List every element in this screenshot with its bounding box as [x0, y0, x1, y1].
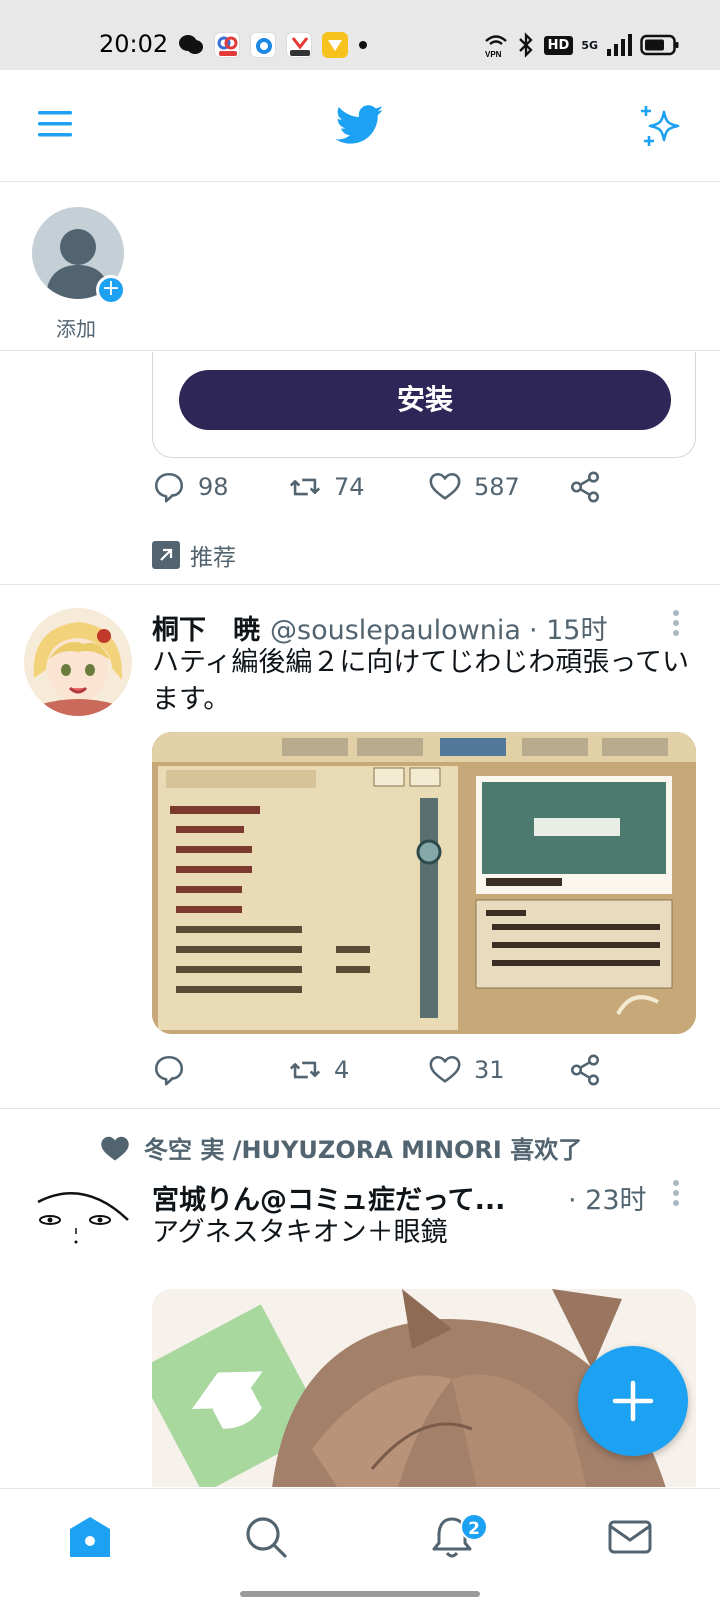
tweet-text: アグネスタキオン＋眼鏡: [152, 1217, 448, 1248]
like-count: 587: [474, 473, 520, 501]
heart-icon: [429, 472, 461, 500]
bottom-navigation: 2: [0, 1488, 720, 1600]
doodle-avatar-image: [24, 1168, 132, 1276]
share-icon: [570, 1054, 600, 1086]
tweet-time: · 15时: [528, 615, 608, 646]
twitter-logo-icon[interactable]: [336, 104, 384, 146]
tweet-header: 桐下 暁 @souslepaulownia · 15时: [152, 608, 607, 647]
status-notification-icons: [178, 32, 368, 58]
share-action[interactable]: [568, 470, 602, 504]
tweet-time: · 23时: [568, 1185, 647, 1216]
share-icon: [570, 471, 600, 503]
status-right-icons: VPN HD 5G: [484, 32, 680, 58]
author-name[interactable]: 桐下 暁: [152, 608, 260, 647]
heart-icon: [429, 1055, 461, 1083]
timeline-feed: 安装 98 74 587 推荐 桐下 暁 @souslepaulownia · …: [0, 352, 720, 1487]
like-count: 31: [474, 1056, 505, 1084]
network-type-label: 5G: [581, 38, 598, 52]
retweet-count: 4: [334, 1056, 350, 1084]
reply-icon: [154, 472, 184, 503]
tweet-author-avatar[interactable]: [24, 608, 132, 716]
author-name[interactable]: 宮城りん@コミュ症だって...: [152, 1178, 505, 1217]
plus-icon[interactable]: +: [96, 275, 126, 305]
home-icon[interactable]: [66, 1513, 114, 1561]
promoted-arrow-icon: [152, 541, 180, 569]
vpn-icon: VPN: [485, 35, 507, 58]
ad-action-bar: 98 74 587: [152, 470, 602, 504]
app-notification-icon: [214, 32, 240, 58]
divider: [0, 1108, 720, 1109]
app-notification-icon: [250, 32, 276, 58]
more-options-icon[interactable]: [672, 610, 680, 636]
svg-text:VPN: VPN: [485, 50, 502, 58]
status-time: 20:02: [99, 30, 169, 58]
fleets-row: + 添加: [0, 183, 720, 351]
messages-icon[interactable]: [606, 1513, 654, 1561]
signal-icon: [607, 34, 632, 56]
dot-icon: [359, 41, 367, 49]
battery-icon: [640, 34, 679, 56]
app-notification-icon: [322, 32, 348, 58]
app-notification-icon: [286, 32, 312, 58]
reply-action[interactable]: [152, 1053, 288, 1087]
wechat-icon: [179, 35, 203, 54]
search-icon[interactable]: [242, 1513, 290, 1561]
more-options-icon[interactable]: [672, 1180, 680, 1206]
retweet-action[interactable]: 74: [288, 470, 428, 504]
tweet-media-image[interactable]: [152, 732, 696, 1034]
retweet-icon: [289, 478, 321, 496]
author-handle[interactable]: @souslepaulownia: [270, 615, 521, 646]
bluetooth-icon: [518, 32, 533, 58]
game-chapter-screenshot: [152, 732, 696, 1034]
tweet-author-avatar[interactable]: [24, 1168, 132, 1276]
reply-action[interactable]: 98: [152, 470, 288, 504]
home-indicator[interactable]: [240, 1591, 480, 1597]
top-app-bar: [0, 70, 720, 182]
heart-filled-icon: [101, 1136, 129, 1160]
anime-avatar-image: [24, 608, 132, 716]
notification-count-badge: 2: [460, 1513, 488, 1541]
tweet-action-bar: 4 31: [152, 1053, 602, 1087]
divider: [0, 584, 720, 585]
status-bar: 20:02 VPN HD 5G: [0, 0, 720, 70]
promoted-app-card[interactable]: 安装: [152, 352, 696, 458]
plus-icon: [612, 1380, 654, 1422]
install-button[interactable]: 安装: [179, 370, 671, 430]
sparkle-icon[interactable]: [638, 102, 686, 150]
like-action[interactable]: 587: [428, 470, 568, 504]
share-action[interactable]: [568, 1053, 602, 1087]
like-action[interactable]: 31: [428, 1053, 568, 1087]
promoted-label: 推荐: [152, 538, 236, 572]
reply-icon: [154, 1055, 184, 1086]
hd-icon: HD: [543, 35, 574, 55]
compose-tweet-button[interactable]: [578, 1346, 688, 1456]
tweet-text: ハティ編後編２に向けてじわじわ頑張っています。: [152, 647, 690, 715]
menu-icon[interactable]: [38, 108, 72, 140]
retweet-icon: [289, 1061, 321, 1079]
promoted-text: 推荐: [190, 545, 236, 571]
retweet-action[interactable]: 4: [288, 1053, 428, 1087]
reply-count: 98: [198, 473, 229, 501]
retweet-count: 74: [334, 473, 365, 501]
fleet-add-label: 添加: [56, 317, 96, 341]
liked-by-text[interactable]: 冬空 実 /HUYUZORA MINORI 喜欢了: [144, 1130, 582, 1165]
tweet-header: 宮城りん@コミュ症だって...: [152, 1178, 505, 1217]
social-context: 冬空 実 /HUYUZORA MINORI 喜欢了: [100, 1130, 582, 1165]
